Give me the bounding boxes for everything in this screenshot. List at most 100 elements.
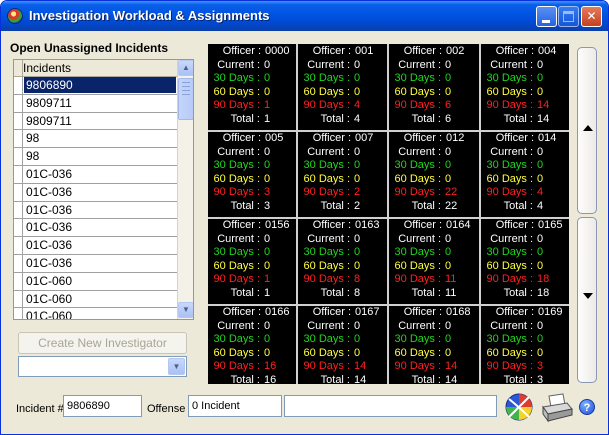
incidents-list[interactable]: Incidents 9806890 9809711 9809711 98 98 01C-0… [13, 59, 194, 320]
officer-card[interactable]: Officer : 0166 Current : 0 30 Days : 0 60 Days… [208, 306, 297, 384]
officer-card[interactable]: Officer : 012 Current : 0 30 Days : 0 60 Days … [389, 132, 478, 218]
incident-row[interactable]: 9809711 [14, 94, 178, 113]
officer-card[interactable]: Officer : 0156 Current : 0 30 Days : 0 60 Days… [208, 219, 297, 305]
d30-label: 30 Days : [303, 159, 350, 171]
page-up-button[interactable] [577, 47, 597, 214]
incident-row[interactable]: 01C-036 [14, 201, 178, 220]
incidents-rows: 9806890 9809711 9809711 98 98 01C-036 01C-036 0… [14, 77, 178, 319]
officer-card[interactable]: Officer : 0163 Current : 0 30 Days : 0 60 Days… [298, 219, 387, 305]
help-icon[interactable]: ? [579, 399, 595, 415]
row-selector[interactable] [14, 130, 23, 148]
incident-number: 01C-036 [26, 166, 73, 181]
incident-row[interactable]: 98 [14, 148, 178, 166]
incident-row[interactable]: 01C-036 [14, 165, 178, 184]
d30-count: 0 [264, 333, 271, 345]
row-selector[interactable] [14, 237, 23, 254]
incident-row[interactable]: 9806890 [14, 77, 178, 95]
d30-label: 30 Days : [486, 159, 533, 171]
officer-id: 004 [538, 45, 557, 57]
current-count: 0 [354, 232, 361, 245]
d60-label: 60 Days : [303, 259, 350, 272]
color-ball-icon[interactable] [504, 391, 534, 423]
offense-field[interactable]: 0 Incident [188, 395, 282, 417]
officer-card[interactable]: Officer : 002 Current : 0 30 Days : 0 60 Days … [389, 45, 478, 131]
current-label: Current : [490, 145, 533, 158]
row-selector[interactable] [14, 94, 23, 112]
incident-row[interactable]: 01C-036 [14, 183, 178, 202]
officer-card[interactable]: Officer : 0165 Current : 0 30 Days : 0 60 Days… [481, 219, 569, 305]
window-title: Investigation Workload & Assignments [29, 8, 270, 23]
row-selector[interactable] [14, 183, 23, 201]
officer-label: Officer : [312, 45, 351, 57]
row-selector[interactable] [14, 272, 23, 290]
officer-card[interactable]: Officer : 0167 Current : 0 30 Days : 0 60 Days… [298, 306, 387, 384]
incidents-header-label: Incidents [23, 61, 72, 75]
officer-card[interactable]: Officer : 004 Current : 0 30 Days : 0 60 Days … [481, 45, 569, 131]
officer-id: 0169 [538, 306, 563, 318]
officer-card[interactable]: Officer : 0168 Current : 0 30 Days : 0 60 Days… [389, 306, 478, 384]
officer-id: 0168 [446, 306, 471, 318]
d90-count: 11 [445, 273, 457, 285]
incident-row[interactable]: 9809711 [14, 112, 178, 131]
total-label: Total : [230, 286, 260, 299]
d30-count: 0 [264, 246, 271, 258]
minimize-icon [542, 20, 550, 23]
row-selector[interactable] [14, 219, 23, 237]
current-label: Current : [307, 145, 350, 158]
incidents-column-header[interactable]: Incidents [14, 60, 178, 77]
officer-card[interactable]: Officer : 014 Current : 0 30 Days : 0 60 Days … [481, 132, 569, 218]
row-selector[interactable] [14, 254, 23, 272]
officer-card[interactable]: Officer : 007 Current : 0 30 Days : 0 60 Days … [298, 132, 387, 218]
scroll-up-button[interactable]: ▲ [178, 60, 193, 76]
close-button[interactable]: ✕ [581, 6, 602, 27]
incident-number-field[interactable]: 9806890 [63, 395, 142, 417]
scroll-thumb[interactable] [178, 78, 193, 120]
total-label: Total : [320, 199, 350, 212]
officer-card[interactable]: Officer : 0164 Current : 0 30 Days : 0 60 Days… [389, 219, 478, 305]
offense-description-field[interactable] [284, 395, 497, 417]
row-selector[interactable] [14, 148, 23, 165]
incident-row[interactable]: 01C-036 [14, 237, 178, 255]
incidents-scrollbar[interactable]: ▲ ▼ [177, 60, 193, 319]
row-selector[interactable] [14, 201, 23, 219]
officer-card[interactable]: Officer : 005 Current : 0 30 Days : 0 60 Days … [208, 132, 297, 218]
title-bar[interactable]: Investigation Workload & Assignments ✕ [1, 1, 608, 31]
incident-row[interactable]: 01C-060 [14, 290, 178, 309]
incident-row[interactable]: 01C-060 [14, 272, 178, 291]
scroll-up-icon: ▲ [182, 63, 190, 72]
total-label: Total : [230, 373, 260, 385]
officer-id: 002 [446, 45, 465, 57]
scroll-down-button[interactable]: ▼ [178, 302, 193, 318]
d90-count: 14 [354, 360, 367, 372]
d90-label: 90 Days : [394, 99, 441, 111]
officer-card[interactable]: Officer : 0000 Current : 0 30 Days : 0 60 Days… [208, 45, 297, 131]
d60-count: 0 [264, 85, 271, 98]
row-selector[interactable] [14, 290, 23, 308]
row-selector[interactable] [14, 112, 23, 130]
maximize-button[interactable] [558, 6, 579, 27]
page-down-button[interactable] [577, 217, 597, 383]
printer-icon[interactable] [541, 393, 573, 423]
incident-row[interactable]: 98 [14, 130, 178, 149]
app-globe-icon[interactable] [7, 8, 23, 24]
total-label: Total : [320, 286, 350, 299]
combo-dropdown-button[interactable]: ▼ [168, 358, 185, 375]
officer-card[interactable]: Officer : 0169 Current : 0 30 Days : 0 60 Days… [481, 306, 569, 384]
total-count: 8 [354, 286, 361, 299]
d90-count: 22 [445, 186, 458, 198]
minimize-button[interactable] [536, 6, 557, 27]
total-count: 4 [354, 112, 361, 125]
total-label: Total : [503, 199, 533, 212]
incident-row[interactable]: 01C-060 [14, 308, 178, 319]
incident-row[interactable]: 01C-036 [14, 219, 178, 238]
current-label: Current : [217, 58, 260, 71]
row-selector[interactable] [14, 77, 23, 94]
d90-label: 90 Days : [394, 186, 441, 198]
d60-label: 60 Days : [394, 85, 441, 98]
create-investigator-button[interactable]: Create New Investigator [18, 332, 187, 354]
row-selector[interactable] [14, 165, 23, 183]
incident-row[interactable]: 01C-036 [14, 254, 178, 273]
row-selector[interactable] [14, 308, 23, 319]
investigator-combo[interactable]: ▼ [18, 356, 187, 377]
officer-card[interactable]: Officer : 001 Current : 0 30 Days : 0 60 Days … [298, 45, 387, 131]
